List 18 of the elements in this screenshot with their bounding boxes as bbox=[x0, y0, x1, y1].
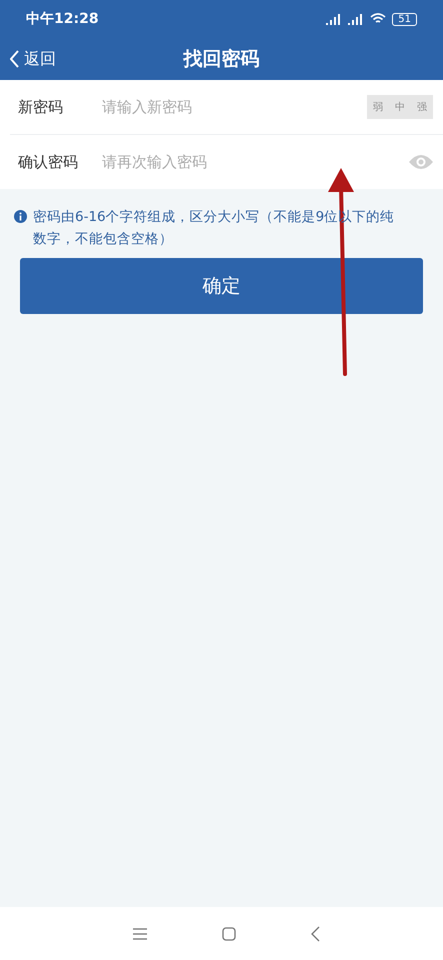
wifi-icon bbox=[370, 13, 386, 25]
battery-indicator: 51 bbox=[392, 12, 417, 26]
back-icon[interactable] bbox=[311, 926, 320, 942]
page-title: 找回密码 bbox=[184, 47, 260, 72]
strength-level: 中 bbox=[394, 100, 406, 115]
info-icon bbox=[14, 210, 27, 223]
field-label: 确认密码 bbox=[17, 152, 79, 172]
menu-icon[interactable] bbox=[133, 928, 147, 940]
chevron-left-icon bbox=[10, 50, 20, 68]
home-icon[interactable] bbox=[222, 926, 236, 940]
field-label: 新密码 bbox=[17, 98, 64, 116]
signal-icon bbox=[326, 14, 342, 24]
strength-level: 强 bbox=[416, 101, 428, 115]
strength-level: 弱 bbox=[372, 101, 384, 115]
back-button[interactable]: 返回 bbox=[10, 38, 56, 80]
status-time: 中午12:28 bbox=[26, 10, 99, 28]
signal-icon bbox=[348, 14, 364, 24]
confirm-button[interactable]: 确定 bbox=[20, 258, 423, 314]
